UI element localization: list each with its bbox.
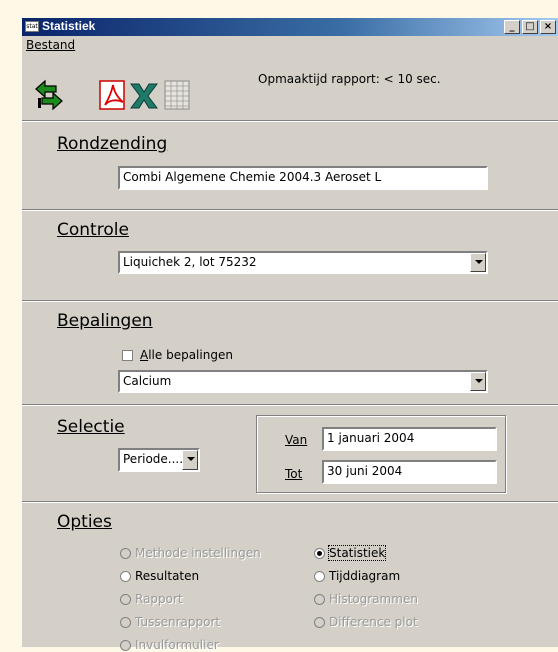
- controle-heading: Controle: [57, 220, 129, 240]
- rondzending-heading: Rondzending: [57, 134, 168, 154]
- radio-resultaten[interactable]: [120, 571, 131, 582]
- radio-label-invulformulier: Invulformulier: [135, 638, 219, 652]
- selectie-section: Selectie Periode.... Van 1 januari 2004 …: [22, 404, 558, 501]
- rondzending-field[interactable]: Combi Algemene Chemie 2004.3 Aeroset L: [118, 166, 488, 190]
- opties-section: Opties Methode instellingen Resultaten Rap…: [22, 501, 558, 652]
- selectie-mode-select[interactable]: Periode....: [118, 448, 200, 472]
- title-bar[interactable]: stat Statistiek _ □ ×: [22, 18, 558, 36]
- radio-label-resultaten[interactable]: Resultaten: [135, 569, 199, 583]
- radio-histogrammen: [314, 594, 325, 605]
- controle-section: Controle Liquichek 2, lot 75232: [22, 209, 558, 300]
- chevron-down-icon[interactable]: [470, 253, 486, 272]
- radio-difference-plot: [314, 617, 325, 628]
- van-label: Van: [285, 433, 308, 447]
- report-time-label: Opmaaktijd rapport: < 10 sec.: [258, 72, 441, 86]
- maximize-button[interactable]: □: [522, 20, 538, 34]
- radio-tijddiagram[interactable]: [314, 571, 325, 582]
- bepaling-select[interactable]: Calcium: [118, 370, 488, 393]
- tot-label: Tot: [285, 467, 303, 481]
- controle-select[interactable]: Liquichek 2, lot 75232: [118, 251, 488, 274]
- minimize-button[interactable]: _: [504, 20, 520, 34]
- radio-rapport: [120, 594, 131, 605]
- radio-label-tussenrapport: Tussenrapport: [135, 615, 221, 629]
- radio-tussenrapport: [120, 617, 131, 628]
- close-button[interactable]: ×: [540, 20, 556, 34]
- rondzending-section: Rondzending Combi Algemene Chemie 2004.3…: [22, 120, 558, 209]
- radio-label-methode-instellingen: Methode instellingen: [135, 546, 261, 560]
- opties-heading: Opties: [57, 512, 112, 532]
- excel-icon[interactable]: [127, 78, 161, 112]
- pdf-icon[interactable]: [96, 78, 130, 112]
- bepalingen-section: Bepalingen Alle bepalingen Calcium: [22, 300, 558, 404]
- bepalingen-heading: Bepalingen: [57, 311, 153, 331]
- tot-date-field[interactable]: 30 juni 2004: [322, 460, 497, 484]
- bepaling-value: Calcium: [123, 374, 172, 388]
- back-arrow-icon[interactable]: [32, 78, 66, 112]
- chart-grid-icon[interactable]: [160, 78, 194, 112]
- radio-label-difference-plot: Difference plot: [329, 615, 418, 629]
- chevron-down-icon[interactable]: [182, 450, 198, 470]
- radio-label-histogrammen: Histogrammen: [329, 592, 418, 606]
- van-date-field[interactable]: 1 januari 2004: [322, 427, 497, 451]
- period-group: Van 1 januari 2004 Tot 30 juni 2004: [256, 415, 506, 493]
- controle-value: Liquichek 2, lot 75232: [123, 255, 257, 269]
- alle-bepalingen-checkbox[interactable]: [122, 350, 133, 361]
- statistiek-window: stat Statistiek _ □ × Bestand Opmaaktijd…: [22, 18, 558, 652]
- window-title: Statistiek: [42, 19, 96, 33]
- selectie-mode-value: Periode....: [123, 452, 184, 466]
- menu-bar: Bestand: [22, 36, 558, 55]
- radio-label-statistiek[interactable]: Statistiek: [327, 545, 387, 561]
- alle-bepalingen-label: Alle bepalingen: [140, 348, 233, 362]
- radio-label-tijddiagram[interactable]: Tijddiagram: [329, 569, 400, 583]
- selectie-heading: Selectie: [57, 417, 125, 437]
- radio-statistiek[interactable]: [314, 548, 325, 559]
- chevron-down-icon[interactable]: [470, 372, 486, 391]
- app-icon: stat: [25, 21, 39, 32]
- radio-invulformulier: [120, 640, 131, 651]
- radio-methode-instellingen: [120, 548, 131, 559]
- menu-bestand[interactable]: Bestand: [26, 38, 75, 52]
- radio-label-rapport: Rapport: [135, 592, 183, 606]
